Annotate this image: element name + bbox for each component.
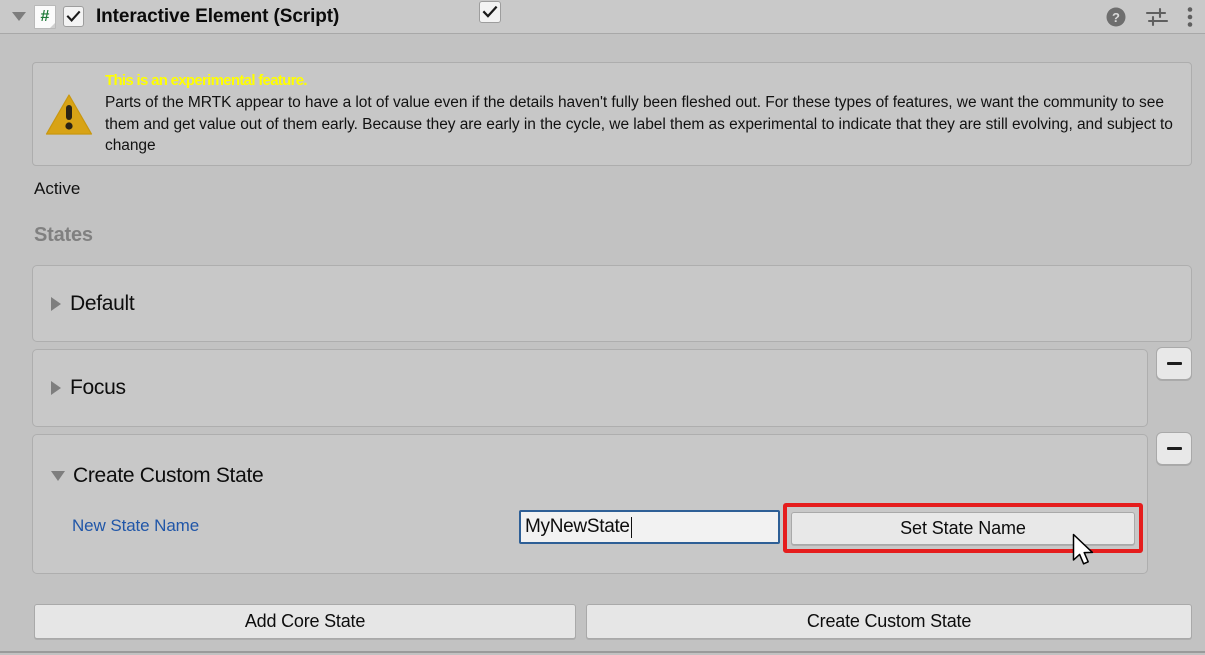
active-label: Active xyxy=(34,179,81,198)
minus-icon xyxy=(1166,362,1182,365)
states-section-heading: States xyxy=(34,224,93,246)
preset-sliders-icon[interactable] xyxy=(1145,7,1169,27)
inspector-header: # Interactive Element (Script) ? xyxy=(0,0,1205,34)
state-panel-default: Default xyxy=(32,265,1192,342)
warning-text-block: This is an experimental feature. Parts o… xyxy=(105,71,1191,157)
triangle-right-icon xyxy=(51,381,61,395)
script-icon-glyph: # xyxy=(40,7,50,25)
state-foldout-focus[interactable]: Focus xyxy=(33,350,1147,426)
triangle-down-icon xyxy=(12,12,26,21)
active-checkbox[interactable] xyxy=(479,1,501,23)
triangle-right-icon xyxy=(51,296,61,311)
csharp-script-icon: # xyxy=(34,4,56,29)
component-enabled-checkbox[interactable] xyxy=(63,6,84,27)
state-label-focus: Focus xyxy=(70,376,126,399)
new-state-name-input[interactable]: MyNewState xyxy=(519,510,780,544)
component-title: Interactive Element (Script) xyxy=(96,5,340,27)
triangle-down-icon xyxy=(51,471,65,481)
state-foldout-create-custom-state[interactable]: Create Custom State xyxy=(33,435,1147,503)
help-icon[interactable]: ? xyxy=(1105,6,1127,28)
state-label-create-custom-state: Create Custom State xyxy=(73,464,264,487)
checkmark-icon xyxy=(66,10,81,22)
active-property-row: Active xyxy=(34,175,1192,203)
state-panel-focus: Focus xyxy=(32,349,1148,427)
experimental-feature-warning: This is an experimental feature. Parts o… xyxy=(32,62,1192,166)
new-state-name-row: New State Name xyxy=(72,516,199,536)
warning-triangle-icon xyxy=(33,93,105,136)
warning-body: Parts of the MRTK appear to have a lot o… xyxy=(105,94,1173,155)
set-state-name-button[interactable]: Set State Name xyxy=(791,512,1135,545)
svg-text:?: ? xyxy=(1112,10,1120,25)
new-state-name-value: MyNewState xyxy=(525,516,630,537)
state-foldout-default[interactable]: Default xyxy=(33,266,1191,341)
checkmark-icon xyxy=(482,5,498,18)
new-state-name-label: New State Name xyxy=(72,516,200,535)
remove-state-create-custom-state-button[interactable] xyxy=(1156,432,1192,465)
kebab-menu-icon[interactable] xyxy=(1187,6,1193,28)
component-foldout-toggle[interactable] xyxy=(0,12,34,21)
add-core-state-button[interactable]: Add Core State xyxy=(34,604,576,639)
text-caret xyxy=(630,516,633,538)
remove-state-focus-button[interactable] xyxy=(1156,347,1192,380)
create-custom-state-button[interactable]: Create Custom State xyxy=(586,604,1192,639)
header-actions: ? xyxy=(1105,6,1205,28)
minus-icon xyxy=(1166,447,1182,450)
bottom-divider xyxy=(0,651,1205,653)
warning-title: This is an experimental feature. xyxy=(105,72,308,90)
state-label-default: Default xyxy=(70,291,135,315)
